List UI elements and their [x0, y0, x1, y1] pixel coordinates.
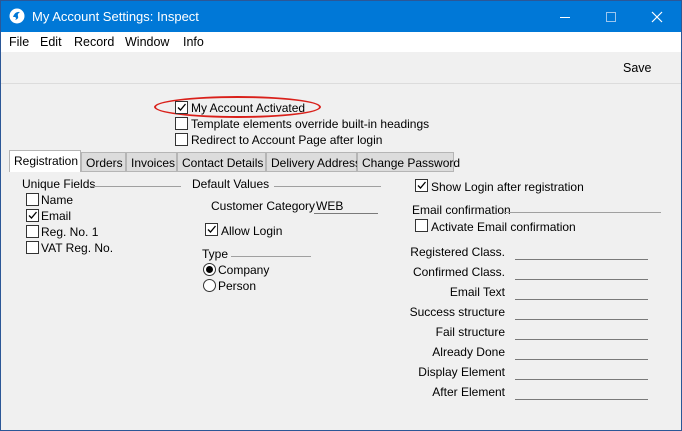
- allow-login-checkbox[interactable]: [205, 223, 218, 236]
- customer-category-label: Customer Category: [211, 199, 316, 213]
- registration-panel: Unique Fields Name Email Reg. No. 1 VAT …: [9, 172, 673, 424]
- app-logo-icon: [9, 8, 25, 24]
- type-heading: Type: [202, 247, 229, 261]
- menu-edit[interactable]: Edit: [40, 35, 62, 49]
- checkmark-icon: [417, 181, 426, 189]
- unique-name-label: Name: [41, 193, 74, 207]
- email-text-underline: [515, 299, 648, 300]
- unique-vatregno-label: VAT Reg. No.: [41, 241, 114, 255]
- menu-window[interactable]: Window: [125, 35, 169, 49]
- fail-structure-underline: [515, 339, 648, 340]
- type-company-radio[interactable]: [203, 263, 216, 276]
- registered-class-label: Registered Class.: [410, 245, 505, 259]
- unique-vatregno-checkbox[interactable]: [26, 241, 39, 254]
- unique-email-checkbox[interactable]: [26, 209, 39, 222]
- unique-fields-rule: [91, 186, 181, 187]
- unique-regno-label: Reg. No. 1: [41, 225, 99, 239]
- menu-info[interactable]: Info: [183, 35, 204, 49]
- tab-invoices[interactable]: Invoices: [126, 152, 177, 172]
- maximize-button[interactable]: [588, 1, 634, 32]
- unique-fields-heading: Unique Fields: [22, 177, 96, 191]
- menu-file[interactable]: File: [9, 35, 29, 49]
- allow-login-label: Allow Login: [221, 224, 283, 238]
- activate-email-label: Activate Email confirmation: [431, 220, 576, 234]
- after-element-underline: [515, 399, 648, 400]
- record-content: My Account Activated Template elements o…: [1, 84, 681, 430]
- email-text-label: Email Text: [449, 285, 505, 299]
- success-structure-underline: [515, 319, 648, 320]
- default-values-rule: [274, 186, 381, 187]
- close-button[interactable]: [634, 1, 680, 32]
- tab-delivery-address[interactable]: Delivery Address: [266, 152, 361, 172]
- success-structure-label: Success structure: [409, 305, 505, 319]
- redirect-label: Redirect to Account Page after login: [191, 133, 383, 147]
- display-element-underline: [515, 379, 648, 380]
- display-element-label: Display Element: [418, 365, 505, 379]
- window-title: My Account Settings: Inspect: [32, 9, 199, 24]
- menu-bar: File Edit Record Window Info: [1, 32, 681, 52]
- email-confirmation-heading: Email confirmation: [412, 203, 511, 217]
- maximize-icon: [606, 11, 616, 22]
- tab-orders[interactable]: Orders: [81, 152, 126, 172]
- toolbar: Save: [1, 52, 681, 84]
- title-bar[interactable]: My Account Settings: Inspect: [1, 1, 681, 32]
- unique-regno-checkbox[interactable]: [26, 225, 39, 238]
- activate-email-checkbox[interactable]: [415, 219, 428, 232]
- minimize-icon: [560, 16, 570, 18]
- already-done-underline: [515, 359, 648, 360]
- my-account-activated-label: My Account Activated: [191, 101, 306, 115]
- template-override-checkbox[interactable]: [175, 117, 188, 130]
- after-element-label: After Element: [432, 385, 505, 399]
- template-override-label: Template elements override built-in head…: [191, 117, 430, 131]
- customer-category-field[interactable]: WEB: [316, 199, 343, 213]
- type-person-label: Person: [218, 279, 257, 293]
- default-values-heading: Default Values: [192, 177, 270, 191]
- confirmed-class-underline: [515, 279, 648, 280]
- redirect-checkbox[interactable]: [175, 133, 188, 146]
- type-rule: [231, 256, 311, 257]
- registered-class-underline: [515, 259, 648, 260]
- tab-contact-details[interactable]: Contact Details: [177, 152, 266, 172]
- unique-email-label: Email: [41, 209, 72, 223]
- checkmark-icon: [28, 211, 37, 219]
- type-company-label: Company: [218, 263, 270, 277]
- tab-registration[interactable]: Registration: [9, 150, 81, 173]
- save-button[interactable]: Save: [623, 61, 652, 75]
- checkmark-icon: [207, 225, 216, 233]
- tab-change-password[interactable]: Change Password: [357, 152, 460, 172]
- app-window: My Account Settings: Inspect File Edit R…: [0, 0, 682, 431]
- show-login-checkbox[interactable]: [415, 179, 428, 192]
- minimize-button[interactable]: [542, 1, 588, 32]
- customer-category-underline: [314, 213, 378, 214]
- email-confirmation-rule: [503, 212, 661, 213]
- confirmed-class-label: Confirmed Class.: [412, 265, 505, 279]
- type-person-radio[interactable]: [203, 279, 216, 292]
- checkmark-icon: [177, 103, 186, 111]
- my-account-activated-checkbox[interactable]: [175, 101, 188, 114]
- close-icon: [651, 11, 663, 22]
- already-done-label: Already Done: [432, 345, 505, 359]
- menu-record[interactable]: Record: [74, 35, 114, 49]
- unique-name-checkbox[interactable]: [26, 193, 39, 206]
- fail-structure-label: Fail structure: [435, 325, 505, 339]
- show-login-label: Show Login after registration: [431, 180, 584, 194]
